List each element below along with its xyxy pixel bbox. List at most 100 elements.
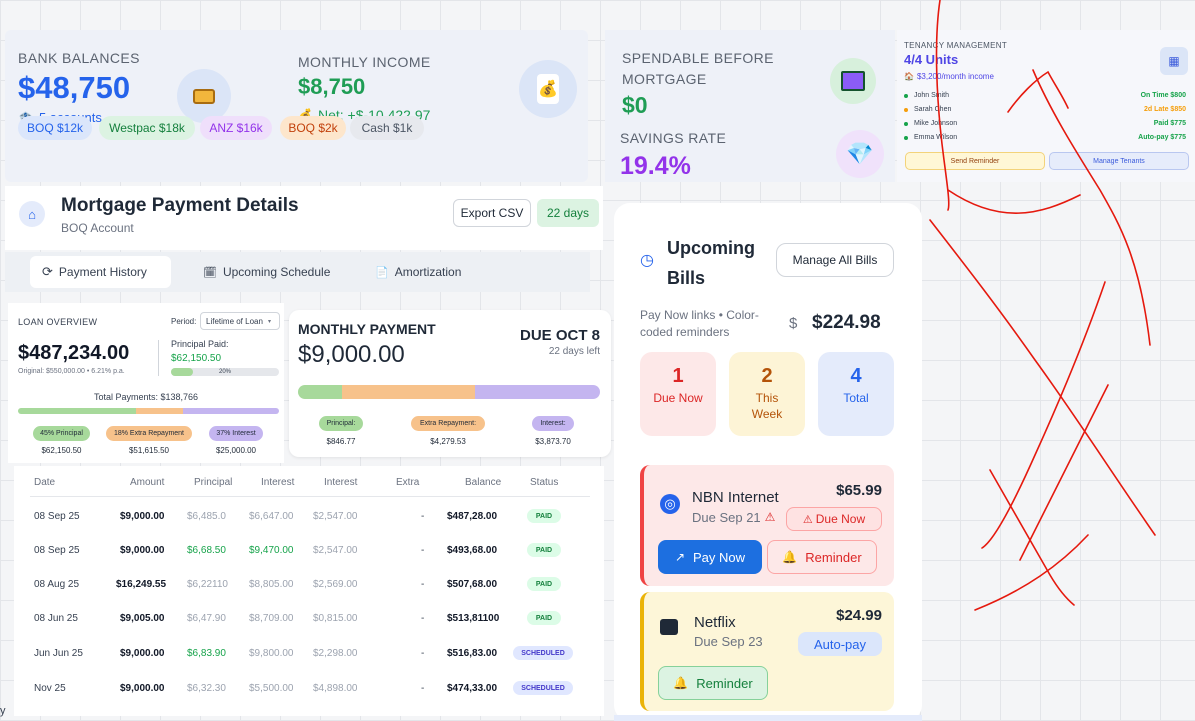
- cell-interest: $9,800.00: [249, 648, 294, 659]
- tenant-name: John Smith: [914, 92, 950, 99]
- monthly-payment-label: MONTHLY PAYMENT: [298, 321, 436, 337]
- cell-date: Nov 25: [34, 683, 66, 694]
- spendable-label-line2: MORTGAGE: [622, 71, 707, 87]
- bell-icon: 🔔: [673, 676, 689, 690]
- reminder-button[interactable]: 🔔 Reminder: [658, 666, 768, 700]
- table-row[interactable]: [30, 671, 590, 704]
- cell-balance: $493,68.00: [447, 545, 498, 556]
- tenant-row[interactable]: Mike Johnson: [904, 120, 957, 127]
- manage-tenants-button[interactable]: Manage Tenants: [1049, 152, 1189, 170]
- home-icon: ⌂: [19, 201, 45, 227]
- table-row[interactable]: [30, 636, 590, 669]
- page-title: Mortgage Payment Details: [61, 195, 299, 216]
- status-dot: [904, 107, 908, 112]
- column-header: Interest: [261, 477, 295, 488]
- table-row[interactable]: [30, 602, 590, 635]
- period-value: Lifetime of Loan: [206, 316, 263, 326]
- cell-balance: $516,83.00: [447, 648, 498, 659]
- reminder-button[interactable]: 🔔 Reminder: [767, 540, 877, 574]
- extra-repayment-chip: Extra Repayment:: [411, 416, 485, 431]
- extra-repayment-amount: $51,615.50: [128, 446, 170, 455]
- cell-principal: $6,485.0: [187, 511, 226, 522]
- history-icon: ⟳: [42, 264, 53, 279]
- scribble-stroke: [929, 219, 1156, 536]
- tenant-row[interactable]: Emma Wilson: [904, 134, 957, 141]
- table-divider: [30, 496, 590, 497]
- cell-amount: $9,000.00: [120, 648, 165, 659]
- manage-all-bills-button[interactable]: Manage All Bills: [776, 243, 894, 277]
- savings-rate-value: 19.4%: [620, 152, 691, 180]
- export-csv-button[interactable]: Export CSV: [453, 199, 531, 227]
- tab-upcoming-schedule[interactable]: 🗓 Upcoming Schedule: [203, 256, 330, 288]
- extra-segment: [342, 385, 475, 399]
- divider: [158, 340, 159, 376]
- tenant-status: Auto-pay $775: [1138, 134, 1186, 141]
- cell-date: 08 Aug 25: [34, 579, 80, 590]
- tab-payment-history[interactable]: ⟳ Payment History: [30, 256, 171, 288]
- cell-amount: $9,000.00: [120, 511, 165, 522]
- money-bag-badge: 💰: [519, 60, 577, 118]
- cell-interest: $5,500.00: [249, 683, 294, 694]
- account-chip[interactable]: Westpac $18k: [99, 116, 195, 140]
- tenant-row[interactable]: Sarah Chen: [904, 106, 951, 113]
- column-header: Interest: [324, 477, 358, 488]
- days-left: 22 days left: [548, 346, 600, 357]
- cell-balance: $474,33.00: [447, 683, 498, 694]
- status-dot: [904, 121, 908, 126]
- savings-rate-label: SAVINGS RATE: [620, 130, 727, 146]
- tenancy-income: 🏠 $3,200/month income: [904, 72, 994, 81]
- cell-interest-2: $2,547.00: [313, 511, 358, 522]
- document-icon: 📄: [375, 266, 389, 279]
- monthly-income-label: MONTHLY INCOME: [298, 54, 431, 70]
- principal-paid-value: $62,150.50: [171, 353, 222, 364]
- bill-due: Due Sep 21 ⚠: [692, 510, 775, 525]
- account-chip[interactable]: BOQ $12k: [18, 116, 92, 140]
- due-now-badge: ⚠ Due Now: [786, 507, 882, 531]
- column-header: Date: [34, 477, 56, 488]
- cell-principal: $6,68.50: [187, 545, 226, 556]
- due-now-count[interactable]: 1 Due Now: [640, 352, 716, 436]
- cell-interest-2: $0,815.00: [313, 613, 358, 624]
- tenant-status: 2d Late $850: [1143, 106, 1186, 113]
- count-label: This Week: [751, 391, 783, 421]
- count-label: Total: [843, 391, 869, 405]
- period-select[interactable]: Lifetime of Loan ▾: [200, 312, 280, 330]
- principal-amount: $62,150.50: [41, 446, 82, 455]
- cell-interest: $8,805.00: [249, 579, 294, 590]
- this-week-count[interactable]: 2 This Week: [729, 352, 805, 436]
- warning-icon: ⚠: [764, 510, 776, 524]
- status-dot: [904, 135, 908, 140]
- bill-amount: $65.99: [836, 482, 882, 499]
- building-icon: ▦: [1160, 47, 1188, 75]
- count-number: 1: [672, 365, 684, 387]
- diamond-icon: 💎: [836, 130, 884, 178]
- account-chip[interactable]: BOQ $2k: [280, 116, 346, 140]
- globe-icon: ◎: [660, 494, 680, 514]
- interest-chip: Interest:: [532, 416, 574, 431]
- table-row[interactable]: [30, 500, 590, 533]
- monthly-payment-amount: $9,000.00: [298, 341, 405, 368]
- account-chip[interactable]: ANZ $16k: [200, 116, 272, 140]
- table-row[interactable]: [30, 568, 590, 601]
- table-row[interactable]: [30, 534, 590, 567]
- cell-extra: -: [421, 683, 425, 694]
- tenancy-units: 4/4 Units: [904, 52, 959, 67]
- pay-now-button[interactable]: ↗ Pay Now: [658, 540, 762, 574]
- total-count[interactable]: 4 Total: [818, 352, 894, 436]
- tenant-name: Mike Johnson: [914, 120, 958, 127]
- send-reminder-button[interactable]: Send Reminder: [905, 152, 1045, 170]
- tenant-status: Paid $775: [1153, 120, 1186, 127]
- count-label: Due Now: [653, 391, 703, 405]
- tenancy-income-value: $3,200/month income: [916, 72, 994, 81]
- scribble-stroke: [947, 189, 1081, 214]
- warning-icon: ⚠: [802, 513, 813, 526]
- tab-label: Upcoming Schedule: [222, 265, 331, 279]
- bill-name: NBN Internet: [692, 489, 779, 506]
- bills-title: Upcoming Bills: [667, 233, 755, 293]
- house-icon: 🏠: [904, 72, 914, 81]
- tenant-row[interactable]: John Smith: [904, 92, 949, 99]
- tab-amortization[interactable]: 📄 Amortization: [375, 256, 461, 288]
- spendable-label-line1: SPENDABLE BEFORE: [622, 50, 774, 66]
- account-chip[interactable]: Cash $1k: [350, 116, 424, 140]
- bills-description: Pay Now links • Color-coded reminders: [640, 308, 759, 339]
